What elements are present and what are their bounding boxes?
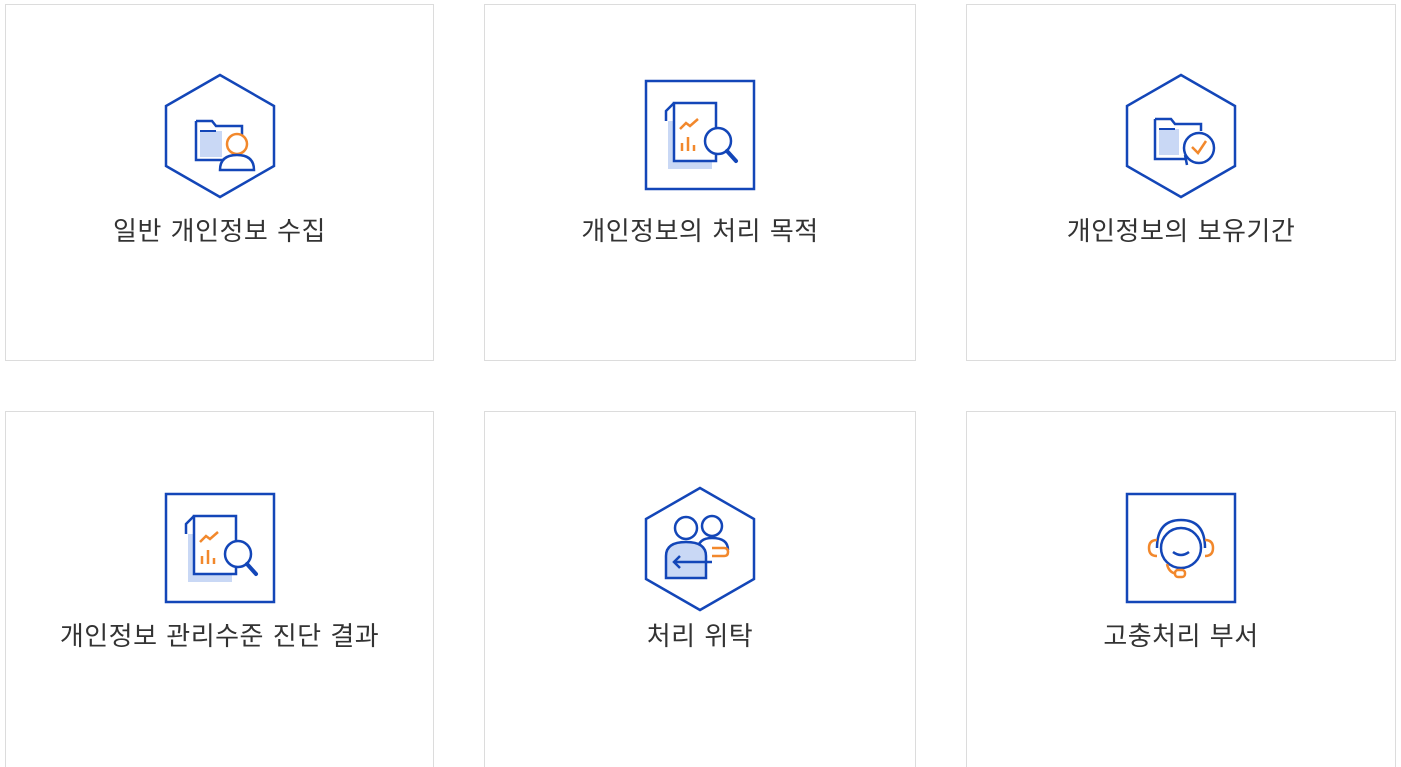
card-label: 개인정보 관리수준 진단 결과: [59, 622, 380, 652]
card-processing-outsourcing[interactable]: 처리 위탁: [484, 411, 916, 767]
card-general-collection[interactable]: 일반 개인정보 수집: [5, 4, 434, 361]
folder-clock-hexagon-icon: [1117, 69, 1245, 203]
card-label: 처리 위탁: [646, 622, 754, 652]
card-grievance-department[interactable]: 고충처리 부서: [966, 411, 1396, 767]
card-label: 개인정보의 보유기간: [1066, 217, 1296, 247]
people-transfer-hexagon-icon: [636, 482, 764, 616]
report-search-square-icon: [156, 482, 284, 616]
headset-square-icon: [1117, 482, 1245, 616]
folder-person-hexagon-icon: [156, 69, 284, 203]
card-retention-period[interactable]: 개인정보의 보유기간: [966, 4, 1396, 361]
card-label: 고충처리 부서: [1103, 622, 1259, 652]
card-processing-purpose[interactable]: 개인정보의 처리 목적: [484, 4, 916, 361]
card-management-diagnosis[interactable]: 개인정보 관리수준 진단 결과: [5, 411, 434, 767]
card-label: 일반 개인정보 수집: [113, 217, 326, 247]
privacy-policy-card-grid: 일반 개인정보 수집 개인정보의 처리 목적 개인정보의 보유기간 개인정보 관…: [0, 0, 1401, 767]
report-search-square-icon: [636, 69, 764, 203]
card-label: 개인정보의 처리 목적: [581, 217, 819, 247]
